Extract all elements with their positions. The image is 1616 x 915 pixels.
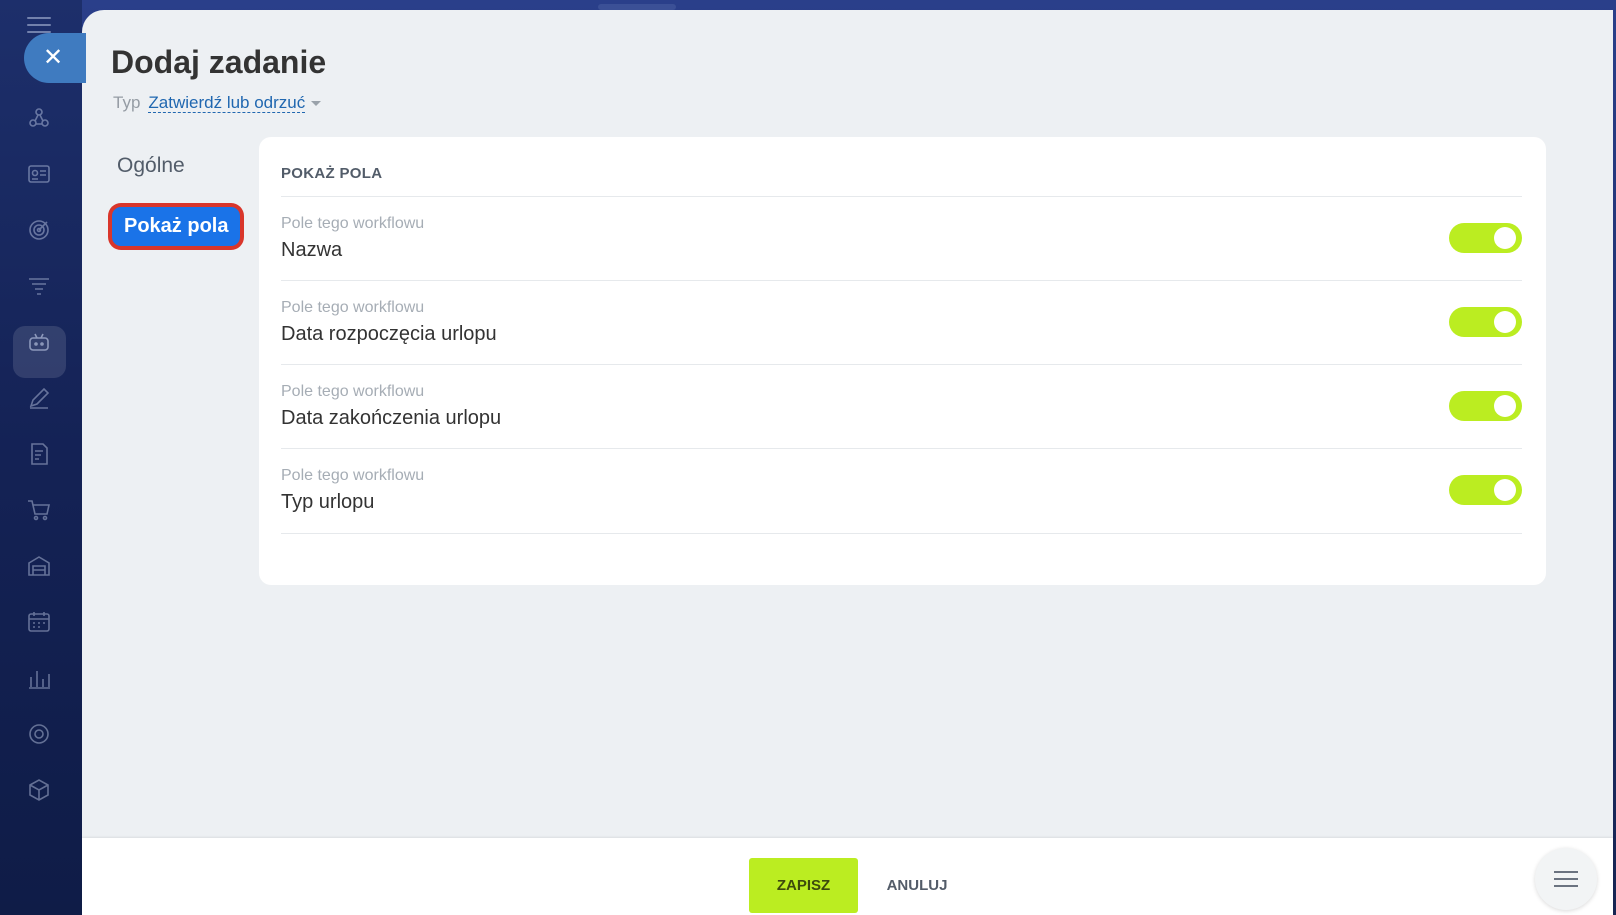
calendar-icon[interactable] (24, 607, 54, 637)
field-name: Nazwa (281, 239, 343, 261)
field-row: Pole tego workflowu Data rozpoczęcia url… (281, 281, 1522, 365)
task-type-label: Typ (113, 93, 141, 112)
filter-icon[interactable] (24, 271, 54, 301)
field-row: Pole tego workflowu Data zakończenia url… (281, 365, 1522, 449)
crm-icon[interactable] (24, 103, 54, 133)
pen-icon[interactable] (24, 383, 54, 413)
task-type-row: Typ Zatwierdź lub odrzuć (113, 93, 322, 113)
list-icon[interactable] (1535, 848, 1597, 910)
field-toggle[interactable] (1449, 391, 1522, 421)
target-icon[interactable] (24, 215, 54, 245)
app-sidebar (0, 0, 82, 915)
add-task-panel: Dodaj zadanie Typ Zatwierdź lub odrzuć Og… (82, 10, 1613, 915)
field-source: Pole tego workflowu (281, 383, 425, 400)
chevron-down-icon[interactable] (311, 101, 322, 107)
toggle-knob (1494, 395, 1516, 417)
section-header: POKAŻ POLA (281, 165, 383, 182)
field-name: Data rozpoczęcia urlopu (281, 323, 497, 345)
field-name: Typ urlopu (281, 491, 375, 513)
nav-item-general[interactable]: Ogólne (109, 148, 193, 184)
section-nav: Ogólne Pokaż pola (109, 148, 244, 249)
toggle-knob (1494, 479, 1516, 501)
footer-bar: ZAPISZ ANULUJ (82, 838, 1613, 915)
field-name: Data zakończenia urlopu (281, 407, 502, 429)
field-source: Pole tego workflowu (281, 215, 425, 232)
document-icon[interactable] (24, 439, 54, 469)
settings-icon[interactable] (24, 719, 54, 749)
field-toggle[interactable] (1449, 475, 1522, 505)
toggle-knob (1494, 311, 1516, 333)
task-type-selector[interactable]: Zatwierdź lub odrzuć (148, 93, 306, 113)
nav-item-show-fields[interactable]: Pokaż pola (109, 204, 244, 249)
box-icon[interactable] (24, 775, 54, 805)
divider (281, 533, 1522, 534)
field-toggle[interactable] (1449, 307, 1522, 337)
page-title: Dodaj zadanie (111, 44, 327, 80)
save-button[interactable]: ZAPISZ (749, 858, 858, 913)
cart-icon[interactable] (24, 495, 54, 525)
field-source: Pole tego workflowu (281, 299, 425, 316)
warehouse-icon[interactable] (24, 551, 54, 581)
field-row: Pole tego workflowu Typ urlopu (281, 449, 1522, 533)
cancel-button[interactable]: ANULUJ (872, 858, 962, 913)
show-fields-card: POKAŻ POLA Pole tego workflowu Nazwa Pol… (259, 137, 1546, 585)
field-row: Pole tego workflowu Nazwa (281, 197, 1522, 281)
robot-icon[interactable] (24, 327, 54, 357)
close-button[interactable]: ✕ (24, 33, 86, 83)
field-toggle[interactable] (1449, 223, 1522, 253)
contacts-icon[interactable] (24, 159, 54, 189)
chart-icon[interactable] (24, 663, 54, 693)
field-source: Pole tego workflowu (281, 467, 425, 484)
close-icon: ✕ (42, 44, 64, 71)
toggle-knob (1494, 227, 1516, 249)
